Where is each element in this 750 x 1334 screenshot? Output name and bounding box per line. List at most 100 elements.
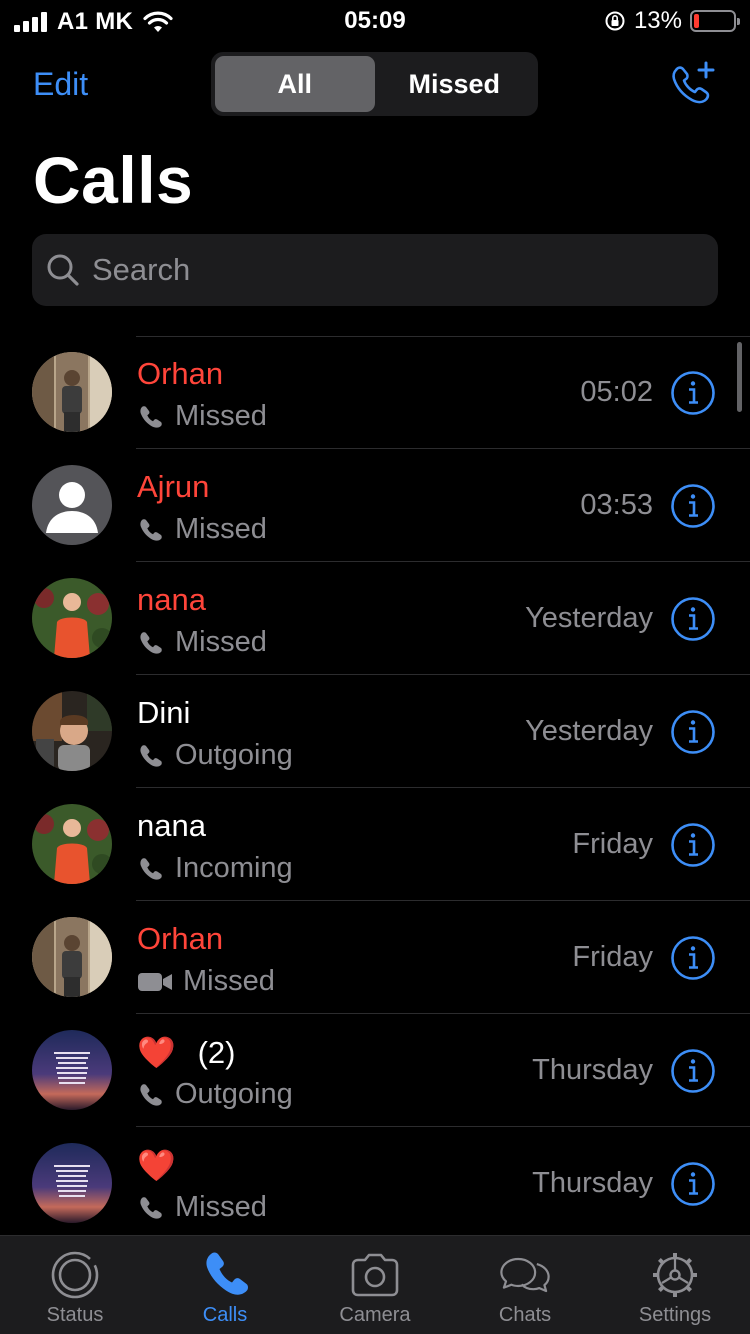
tab-bar: Status Calls Camera Chats Settings (0, 1235, 750, 1334)
call-row[interactable]: nana Missed Yesterday (0, 562, 750, 675)
camera-icon (351, 1253, 399, 1297)
contact-name: ❤️ (137, 1147, 176, 1184)
contact-name: nana (137, 582, 206, 617)
call-count: (2) (197, 1035, 236, 1070)
tab-label: Chats (498, 1304, 552, 1326)
phone-icon (140, 518, 162, 541)
avatar (32, 578, 112, 658)
contact-name: Dini (137, 695, 191, 730)
segment-all[interactable]: All (215, 56, 375, 112)
tab-calls[interactable]: Calls (150, 1236, 300, 1334)
call-status: Missed (137, 1191, 267, 1224)
contact-name-text: ❤️ (137, 1035, 176, 1070)
call-status: Missed (137, 400, 267, 433)
call-time: 03:53 (580, 489, 653, 521)
calls-list: Orhan Missed 05:02 Ajrun Missed 03:53 na… (0, 336, 750, 1240)
contact-name: nana (137, 808, 206, 843)
call-time: Friday (572, 941, 653, 973)
info-icon[interactable] (670, 822, 716, 868)
call-row[interactable]: ❤️ Missed Thursday (0, 1127, 750, 1240)
avatar-placeholder (32, 465, 112, 545)
call-status-label: Missed (175, 1191, 267, 1223)
call-time: 05:02 (580, 376, 653, 408)
tab-label: Status (46, 1304, 104, 1326)
video-camera-icon (138, 972, 172, 991)
call-status-label: Missed (175, 400, 267, 432)
phone-plus-icon (672, 61, 715, 104)
call-status: Missed (137, 965, 275, 998)
tab-camera[interactable]: Camera (300, 1236, 450, 1334)
info-icon[interactable] (670, 483, 716, 529)
status-ring-icon (51, 1251, 99, 1299)
orientation-lock-icon (605, 11, 625, 31)
call-time: Thursday (532, 1054, 653, 1086)
phone-icon (140, 405, 162, 428)
avatar (32, 1030, 112, 1110)
call-status-label: Incoming (175, 852, 293, 884)
phone-icon (140, 857, 162, 880)
tab-status[interactable]: Status (0, 1236, 150, 1334)
call-status: Incoming (137, 852, 293, 885)
call-status-label: Missed (175, 513, 267, 545)
call-time: Thursday (532, 1167, 653, 1199)
phone-icon (140, 1196, 162, 1219)
info-icon[interactable] (670, 1048, 716, 1094)
segment-missed[interactable]: Missed (375, 56, 535, 112)
contact-name: Ajrun (137, 469, 210, 504)
phone-icon (206, 1252, 248, 1295)
call-time: Yesterday (525, 602, 653, 634)
phone-icon (140, 744, 162, 767)
tab-chats[interactable]: Chats (450, 1236, 600, 1334)
call-time: Yesterday (525, 715, 653, 747)
avatar (32, 804, 112, 884)
contact-name: Orhan (137, 356, 224, 391)
call-row[interactable]: Dini Outgoing Yesterday (0, 675, 750, 788)
call-time: Friday (572, 828, 653, 860)
call-status-label: Missed (183, 965, 275, 997)
call-row[interactable]: Ajrun Missed 03:53 (0, 449, 750, 562)
search-icon (47, 254, 79, 286)
avatar (32, 1143, 112, 1223)
call-status: Outgoing (137, 739, 293, 772)
call-row[interactable]: Orhan Missed 05:02 (0, 336, 750, 449)
tab-settings[interactable]: Settings (600, 1236, 750, 1334)
call-status: Missed (137, 626, 267, 659)
phone-icon (140, 631, 162, 654)
status-right: 13% (604, 7, 740, 35)
gear-icon (653, 1253, 697, 1297)
edit-button[interactable]: Edit (33, 66, 88, 103)
call-status: Outgoing (137, 1078, 293, 1111)
contact-name-text: ❤️ (137, 1148, 176, 1183)
search-bar[interactable]: Search (32, 234, 718, 306)
info-icon[interactable] (670, 935, 716, 981)
battery-percent: 13% (633, 7, 682, 34)
page-title: Calls (33, 143, 194, 217)
call-row[interactable]: nana Incoming Friday (0, 788, 750, 901)
battery-icon (690, 10, 740, 32)
call-status-label: Missed (175, 626, 267, 658)
info-icon[interactable] (670, 596, 716, 642)
tab-label: Camera (339, 1304, 411, 1326)
contact-name: Orhan (137, 921, 224, 956)
new-call-button[interactable] (668, 60, 718, 108)
search-placeholder: Search (92, 252, 191, 287)
info-icon[interactable] (670, 709, 716, 755)
info-icon[interactable] (670, 370, 716, 416)
phone-icon (140, 1083, 162, 1106)
avatar (32, 917, 112, 997)
tab-label: Settings (638, 1304, 712, 1326)
avatar (32, 352, 112, 432)
info-icon[interactable] (670, 1161, 716, 1207)
contact-name: ❤️ (2) (137, 1034, 236, 1071)
call-status-label: Outgoing (175, 1078, 293, 1110)
scrollbar[interactable] (737, 342, 742, 412)
call-row[interactable]: Orhan Missed Friday (0, 901, 750, 1014)
call-status-label: Outgoing (175, 739, 293, 771)
status-bar: A1 MK 05:09 13% (0, 0, 750, 42)
avatar (32, 691, 112, 771)
tab-label: Calls (202, 1304, 248, 1326)
chat-bubbles-icon (500, 1257, 550, 1293)
call-row[interactable]: ❤️ (2) Outgoing Thursday (0, 1014, 750, 1127)
call-filter-segmented-control[interactable]: All Missed (211, 52, 538, 116)
call-status: Missed (137, 513, 267, 546)
